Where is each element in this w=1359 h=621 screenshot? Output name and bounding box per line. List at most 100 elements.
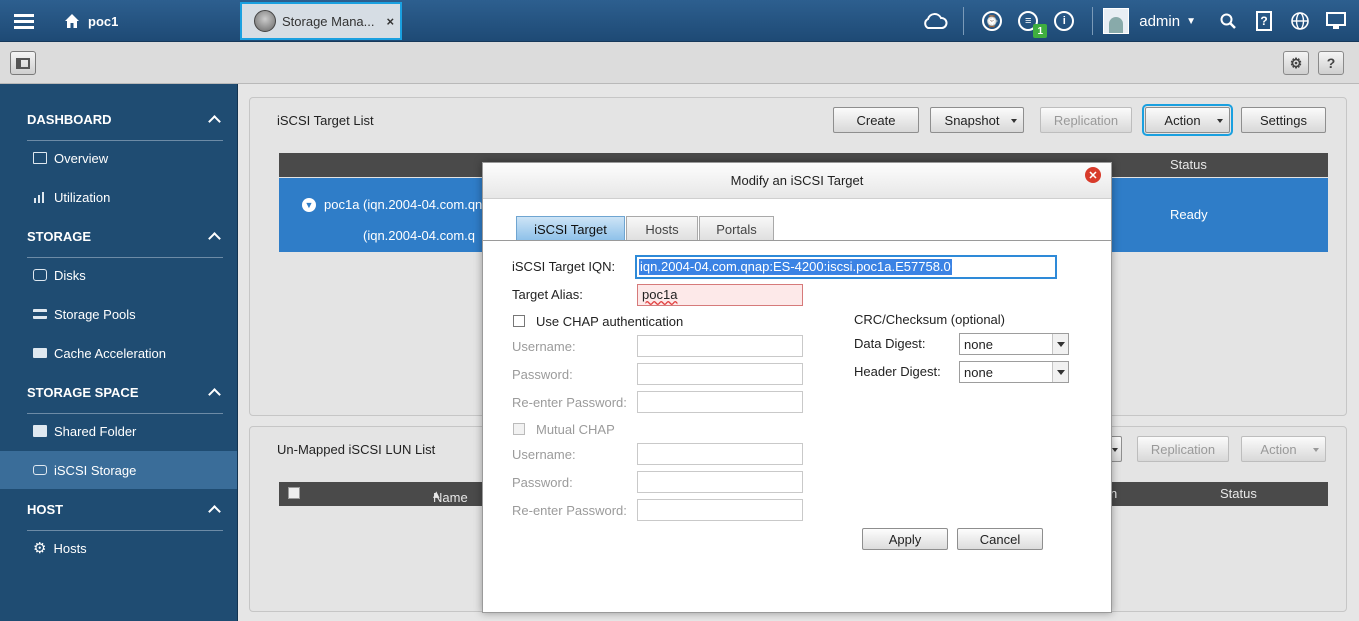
sidebar-section-dashboard[interactable]: DASHBOARD bbox=[27, 103, 223, 135]
apply-button[interactable]: Apply bbox=[862, 528, 948, 550]
background-tasks-icon[interactable]: ≡ 1 bbox=[1015, 8, 1048, 38]
info-icon[interactable]: i bbox=[1051, 8, 1077, 34]
dropdown-arrow-icon bbox=[1217, 119, 1223, 123]
column-status[interactable]: Status bbox=[1170, 157, 1207, 172]
question-icon: ? bbox=[1326, 55, 1336, 71]
sidebar-item-iscsi-storage[interactable]: iSCSI Storage bbox=[0, 451, 237, 489]
mutual-password-field[interactable] bbox=[637, 471, 803, 493]
storage-manager-tab[interactable]: Storage Mana... × bbox=[240, 2, 402, 40]
close-tab-icon[interactable]: × bbox=[387, 14, 395, 29]
header-digest-select[interactable]: none bbox=[959, 361, 1069, 383]
dialog-title: Modify an iSCSI Target bbox=[730, 173, 864, 188]
avatar[interactable] bbox=[1103, 8, 1130, 34]
collapse-icon bbox=[208, 387, 221, 401]
reenter-password-label: Re-enter Password: bbox=[512, 395, 627, 410]
lun-action-button[interactable]: Action bbox=[1241, 436, 1326, 462]
mutual-username-field[interactable] bbox=[637, 443, 803, 465]
sidebar-panel-icon bbox=[16, 57, 30, 69]
sidebar: DASHBOARD Overview Utilization STORAGE D… bbox=[0, 84, 238, 621]
storage-manager-tab-label: Storage Mana... bbox=[282, 13, 375, 29]
sidebar-item-overview[interactable]: Overview bbox=[0, 139, 237, 177]
chevron-down-icon bbox=[1052, 362, 1068, 382]
expand-row-icon[interactable]: ▼ bbox=[302, 198, 316, 212]
collapse-icon bbox=[208, 114, 221, 128]
panel-title: Un-Mapped iSCSI LUN List bbox=[277, 442, 436, 457]
settings-button[interactable]: Settings bbox=[1241, 107, 1326, 133]
sidebar-item-hosts[interactable]: ⚙ Hosts bbox=[0, 529, 237, 567]
target-name: poc1a (iqn.2004-04.com.qn bbox=[324, 197, 483, 212]
section-title: STORAGE bbox=[27, 228, 92, 244]
sidebar-item-label: Shared Folder bbox=[54, 423, 137, 439]
sidebar-item-storage-pools[interactable]: Storage Pools bbox=[0, 295, 237, 333]
gear-icon: ⚙ bbox=[33, 540, 47, 557]
divider bbox=[963, 7, 965, 35]
password-label: Password: bbox=[512, 367, 573, 382]
select-value: none bbox=[964, 365, 993, 380]
sidebar-item-disks[interactable]: Disks bbox=[0, 256, 237, 294]
search-icon[interactable] bbox=[1215, 8, 1241, 34]
hamburger-icon bbox=[14, 19, 34, 23]
home-tab[interactable]: poc1 bbox=[50, 4, 236, 38]
sidebar-item-label: Disks bbox=[54, 267, 86, 283]
sidebar-item-utilization[interactable]: Utilization bbox=[0, 178, 237, 216]
section-title: DASHBOARD bbox=[27, 111, 112, 127]
gear-icon: ⚙ bbox=[1289, 54, 1303, 71]
select-value: none bbox=[964, 337, 993, 352]
collapse-icon bbox=[208, 231, 221, 245]
data-digest-select[interactable]: none bbox=[959, 333, 1069, 355]
create-button[interactable]: Create bbox=[833, 107, 919, 133]
iscsi-drive-icon bbox=[33, 465, 47, 475]
tab-iscsi-target[interactable]: iSCSI Target bbox=[516, 216, 625, 241]
tab-portals[interactable]: Portals bbox=[699, 216, 774, 241]
mutual-chap-checkbox[interactable] bbox=[513, 423, 525, 435]
chap-password-field[interactable] bbox=[637, 363, 803, 385]
notification-badge: 1 bbox=[1033, 24, 1048, 38]
home-tab-label: poc1 bbox=[88, 13, 119, 29]
toggle-sidebar-button[interactable] bbox=[10, 51, 36, 75]
column-name[interactable]: Name ▴ bbox=[433, 486, 468, 505]
tab-hosts[interactable]: Hosts bbox=[626, 216, 698, 241]
replication-button[interactable]: Replication bbox=[1040, 107, 1132, 133]
snapshot-button[interactable]: Snapshot bbox=[930, 107, 1024, 133]
alias-field[interactable]: poc1a bbox=[637, 284, 803, 306]
sidebar-item-shared-folder[interactable]: Shared Folder bbox=[0, 412, 237, 450]
select-all-checkbox[interactable] bbox=[288, 487, 300, 499]
sidebar-section-storage-space[interactable]: STORAGE SPACE bbox=[27, 376, 223, 408]
dropdown-arrow-icon bbox=[1313, 448, 1319, 452]
cloud-icon[interactable] bbox=[922, 8, 948, 34]
sidebar-section-storage[interactable]: STORAGE bbox=[27, 220, 223, 252]
chap-reenter-password-field[interactable] bbox=[637, 391, 803, 413]
action-button[interactable]: Action bbox=[1142, 104, 1233, 136]
monitor-icon[interactable] bbox=[1323, 8, 1349, 34]
use-chap-checkbox[interactable] bbox=[513, 315, 525, 327]
chap-username-field[interactable] bbox=[637, 335, 803, 357]
top-bar: poc1 Storage Mana... × ⌚ ≡ 1 i admin ▼ ? bbox=[0, 0, 1359, 42]
app-settings-button[interactable]: ⚙ bbox=[1283, 51, 1309, 75]
language-globe-icon[interactable] bbox=[1287, 8, 1313, 34]
username-label: Username: bbox=[512, 339, 576, 354]
modify-iscsi-target-dialog: Modify an iSCSI Target ✕ iSCSI Target Ho… bbox=[482, 162, 1112, 613]
column-status[interactable]: Status bbox=[1220, 486, 1257, 501]
cancel-button[interactable]: Cancel bbox=[957, 528, 1043, 550]
iqn-selected-text: iqn.2004-04.com.qnap:ES-4200:iscsi.poc1a… bbox=[639, 259, 952, 275]
clock-icon[interactable]: ⌚ bbox=[979, 8, 1005, 34]
username[interactable]: admin bbox=[1139, 13, 1180, 30]
mutual-reenter-password-field[interactable] bbox=[637, 499, 803, 521]
lun-replication-button[interactable]: Replication bbox=[1137, 436, 1229, 462]
alias-value: poc1a bbox=[642, 287, 678, 302]
storage-manager-icon bbox=[254, 10, 276, 32]
crc-checksum-label: CRC/Checksum (optional) bbox=[854, 312, 1005, 327]
chevron-down-icon bbox=[1052, 334, 1068, 354]
user-menu-caret-icon[interactable]: ▼ bbox=[1186, 16, 1196, 27]
main-menu-button[interactable] bbox=[0, 0, 48, 42]
sidebar-item-label: Overview bbox=[54, 150, 109, 166]
sidebar-section-host[interactable]: HOST bbox=[27, 493, 223, 525]
sidebar-item-label: Hosts bbox=[53, 540, 87, 556]
sidebar-item-cache-acceleration[interactable]: Cache Acceleration bbox=[0, 334, 237, 372]
dialog-title-bar: Modify an iSCSI Target ✕ bbox=[483, 163, 1111, 199]
help-icon[interactable]: ? bbox=[1251, 8, 1277, 34]
app-help-button[interactable]: ? bbox=[1318, 51, 1344, 75]
button-label: Snapshot bbox=[944, 112, 1000, 128]
iqn-field[interactable]: iqn.2004-04.com.qnap:ES-4200:iscsi.poc1a… bbox=[635, 255, 1057, 279]
close-icon[interactable]: ✕ bbox=[1085, 167, 1101, 183]
